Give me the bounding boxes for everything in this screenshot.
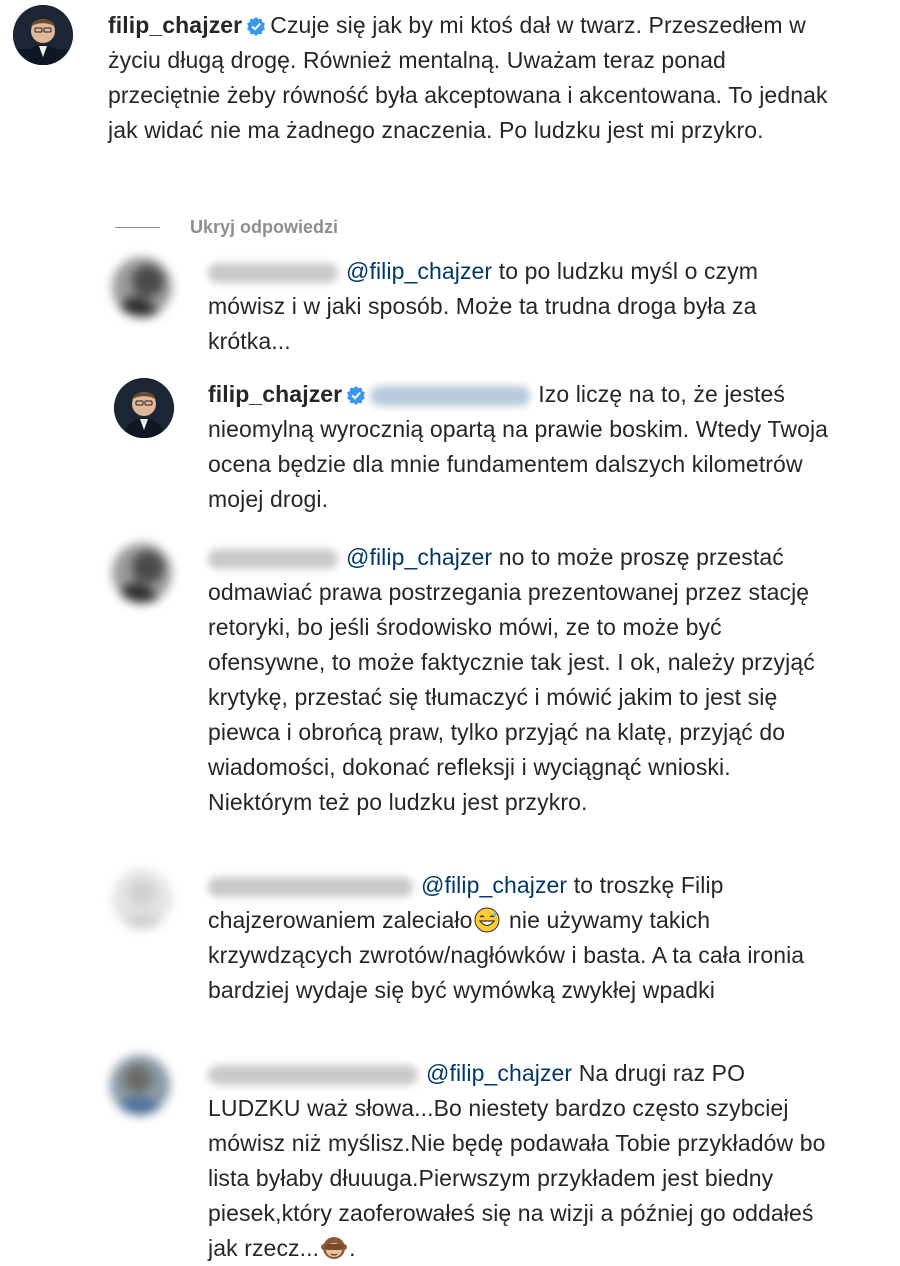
hide-replies-label: Ukryj odpowiedzi bbox=[190, 216, 339, 237]
author-avatar[interactable] bbox=[13, 5, 73, 65]
reply-text: no to może proszę przestać odmawiać praw… bbox=[208, 544, 815, 815]
see-no-evil-monkey-emoji-icon bbox=[321, 1237, 348, 1259]
reply-text-end: . bbox=[349, 1235, 356, 1261]
reply-4: @filip_chajzer to troszkę Filip chajzero… bbox=[208, 868, 838, 1008]
blurred-username[interactable] bbox=[208, 262, 338, 283]
author-username[interactable]: filip_chajzer bbox=[108, 12, 242, 38]
comments-thread: filip_chajzer Czuje się jak by mi ktoś da… bbox=[0, 0, 900, 1263]
reply-avatar[interactable] bbox=[112, 869, 172, 929]
mention-link[interactable]: @filip_chajzer bbox=[346, 544, 492, 570]
verified-badge-icon bbox=[247, 17, 266, 36]
main-comment: filip_chajzer Czuje się jak by mi ktoś da… bbox=[108, 8, 828, 148]
blurred-mention[interactable] bbox=[370, 385, 531, 406]
reply-text: Na drugi raz PO LUDZKU waż słowa...Bo ni… bbox=[208, 1060, 826, 1261]
reply-3: @filip_chajzer no to może proszę przesta… bbox=[208, 540, 838, 820]
blurred-username[interactable] bbox=[208, 876, 413, 897]
author-avatar[interactable] bbox=[114, 378, 174, 438]
blurred-username[interactable] bbox=[208, 1064, 418, 1085]
hide-replies-button[interactable]: Ukryj odpowiedzi bbox=[115, 212, 338, 242]
reply-avatar[interactable] bbox=[112, 257, 172, 317]
mention-link[interactable]: @filip_chajzer bbox=[426, 1060, 572, 1086]
verified-badge-icon bbox=[347, 386, 366, 405]
reply-5: @filip_chajzer Na drugi raz PO LUDZKU wa… bbox=[208, 1056, 838, 1266]
reply-avatar[interactable] bbox=[110, 1055, 170, 1115]
reply-2: filip_chajzer Izo liczę na to, że jesteś … bbox=[208, 377, 838, 517]
blurred-username[interactable] bbox=[208, 548, 338, 569]
author-username[interactable]: filip_chajzer bbox=[208, 381, 342, 407]
grinning-sweat-emoji-icon bbox=[474, 907, 500, 933]
reply-avatar[interactable] bbox=[112, 543, 172, 603]
mention-link[interactable]: @filip_chajzer bbox=[421, 872, 567, 898]
reply-1: @filip_chajzer to po ludzku myśl o czym … bbox=[208, 254, 838, 359]
divider-line bbox=[115, 226, 160, 228]
mention-link[interactable]: @filip_chajzer bbox=[346, 258, 492, 284]
